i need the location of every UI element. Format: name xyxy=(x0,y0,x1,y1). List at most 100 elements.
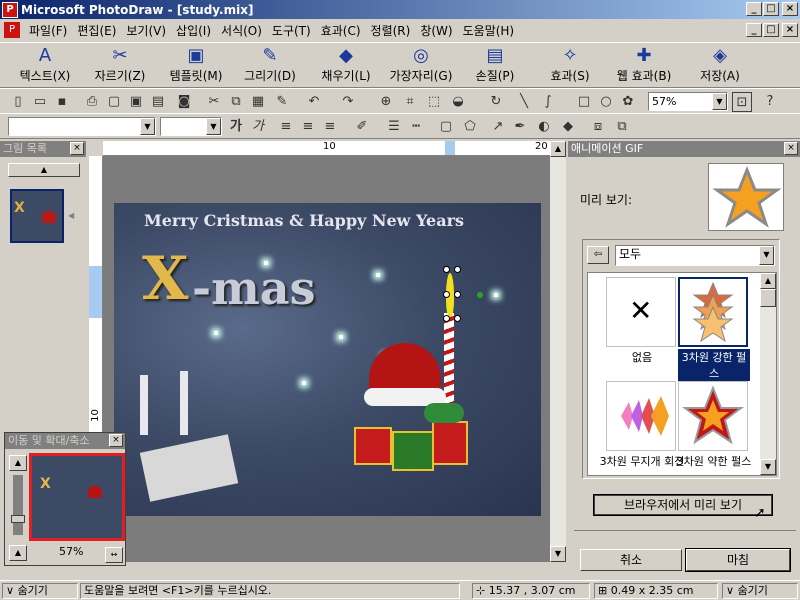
group-icon[interactable]: ⧈ xyxy=(588,117,608,137)
selection-handle[interactable] xyxy=(454,266,461,273)
scan-icon[interactable]: ▣ xyxy=(126,92,146,112)
zoom-in-icon[interactable]: ▲ xyxy=(9,455,27,471)
gallery-item-3d-weak-pulse[interactable] xyxy=(678,381,748,451)
maximize-button[interactable]: □ xyxy=(763,2,779,16)
font-select[interactable]: ▼ xyxy=(8,117,156,136)
edge-button[interactable]: ◎ 가장자리(G) xyxy=(384,45,458,87)
rectangle-icon[interactable]: □ xyxy=(574,92,594,112)
expand-arrow-icon[interactable]: ◀ xyxy=(68,211,74,220)
navigator-preview[interactable]: X xyxy=(29,453,125,541)
undo-icon[interactable]: ↶ xyxy=(304,92,324,112)
zoom-icon[interactable]: ⊡ xyxy=(732,92,752,112)
ungroup-icon[interactable]: ⧉ xyxy=(612,117,632,137)
gallery-item-3d-strong-pulse[interactable] xyxy=(678,277,748,347)
line-color-icon[interactable]: ✐ xyxy=(352,117,372,137)
copy-icon[interactable]: ⧉ xyxy=(226,92,246,112)
close-icon[interactable]: × xyxy=(70,142,84,155)
rotate-handle[interactable] xyxy=(477,292,483,298)
line-icon[interactable]: ╲ xyxy=(514,92,534,112)
select-icon[interactable]: ⬚ xyxy=(424,92,444,112)
ellipse-icon[interactable]: ○ xyxy=(596,92,616,112)
artwork-picture[interactable]: Merry Cristmas & Happy New Years X -mas xyxy=(114,203,541,516)
new-icon[interactable]: ▯ xyxy=(8,92,28,112)
text-button[interactable]: A 텍스트(X) xyxy=(14,45,76,87)
bold-button[interactable]: 가 xyxy=(226,117,246,137)
cancel-button[interactable]: 취소 xyxy=(580,549,682,571)
picture-thumbnail[interactable]: X xyxy=(10,189,64,243)
menu-tools[interactable]: 도구(T) xyxy=(267,22,316,39)
menu-help[interactable]: 도움말(H) xyxy=(458,22,520,39)
italic-button[interactable]: 가 xyxy=(248,117,268,137)
save-button[interactable]: ◈ 저장(A) xyxy=(692,45,748,87)
menu-edit[interactable]: 편집(E) xyxy=(72,22,121,39)
finish-button[interactable]: 마침 xyxy=(685,548,791,572)
align-left-icon[interactable]: ≡ xyxy=(276,117,296,137)
fill-color-icon[interactable]: ◒ xyxy=(448,92,468,112)
menu-insert[interactable]: 삽입(I) xyxy=(171,22,216,39)
dash-style-icon[interactable]: ┅ xyxy=(406,117,426,137)
redo-icon[interactable]: ↷ xyxy=(338,92,358,112)
align-center-icon[interactable]: ≡ xyxy=(298,117,318,137)
fill-button[interactable]: ◆ 채우기(L) xyxy=(315,45,377,87)
doc-restore-button[interactable]: □ xyxy=(763,23,779,37)
gallery-scroll-thumb[interactable] xyxy=(760,289,776,307)
scroll-down-icon[interactable]: ▼ xyxy=(550,546,566,562)
eyedropper-icon[interactable]: ✒ xyxy=(510,117,530,137)
line-style-icon[interactable]: ☰ xyxy=(384,117,404,137)
document-icon[interactable]: P xyxy=(4,22,20,38)
selection-handle[interactable] xyxy=(443,291,450,298)
rotate-icon[interactable]: ↻ xyxy=(486,92,506,112)
menu-arrange[interactable]: 정렬(R) xyxy=(366,22,416,39)
gallery-item-3d-rainbow-spin[interactable] xyxy=(606,381,676,451)
arrow-icon[interactable]: ↗ xyxy=(488,117,508,137)
cut-icon[interactable]: ✂ xyxy=(204,92,224,112)
autoshape-icon[interactable]: ✿ xyxy=(618,92,638,112)
color-icon[interactable]: ◐ xyxy=(534,117,554,137)
zoom-slider-track[interactable] xyxy=(11,475,25,535)
templates-button[interactable]: ▣ 템플릿(M) xyxy=(162,45,230,87)
zoom-select[interactable]: 57% ▼ xyxy=(648,92,728,111)
menu-effects[interactable]: 효과(C) xyxy=(316,22,366,39)
edit-points-icon[interactable]: ⬠ xyxy=(460,117,480,137)
picture-list-scroll-up[interactable]: ▲ xyxy=(8,163,80,177)
menu-format[interactable]: 서식(O) xyxy=(216,22,267,39)
menu-file[interactable]: 파일(F) xyxy=(24,22,72,39)
hide-left-toggle[interactable]: ∨ 숨기기 xyxy=(2,583,78,599)
print-preview-icon[interactable]: ▢ xyxy=(104,92,124,112)
selection-handle[interactable] xyxy=(443,315,450,322)
save-icon[interactable]: ▪ xyxy=(52,92,72,112)
zoom-slider-thumb[interactable] xyxy=(11,515,25,523)
curve-icon[interactable]: ∫ xyxy=(538,92,558,112)
canvas-vertical-scrollbar[interactable]: ▲ ▼ xyxy=(550,141,566,562)
paste-icon[interactable]: ▦ xyxy=(248,92,268,112)
visual-open-icon[interactable]: ▤ xyxy=(148,92,168,112)
gallery-item-none[interactable]: ✕ xyxy=(606,277,676,347)
doc-minimize-button[interactable]: _ xyxy=(746,23,762,37)
selection-handle[interactable] xyxy=(443,266,450,273)
close-button[interactable]: × xyxy=(782,2,798,16)
help-icon[interactable]: ? xyxy=(760,92,780,112)
selection-handle[interactable] xyxy=(454,315,461,322)
hide-right-toggle[interactable]: ∨ 숨기기 xyxy=(722,583,798,599)
scroll-up-icon[interactable]: ▲ xyxy=(550,141,566,157)
print-icon[interactable]: ⎙ xyxy=(82,92,102,112)
touchup-button[interactable]: ▤ 손질(P) xyxy=(468,45,522,87)
draw-button[interactable]: ✎ 그리기(D) xyxy=(240,45,300,87)
app-icon[interactable]: P xyxy=(2,1,18,18)
zoom-out-icon[interactable]: ▲ xyxy=(9,545,27,561)
minimize-button[interactable]: _ xyxy=(746,2,762,16)
fit-width-icon[interactable]: ↔ xyxy=(105,547,123,563)
font-size-select[interactable]: ▼ xyxy=(160,117,222,136)
gallery-back-icon[interactable]: ⇦ xyxy=(587,246,609,264)
category-select[interactable]: 모두 ▼ xyxy=(615,245,775,266)
effects-button[interactable]: ✧ 효과(S) xyxy=(544,45,596,87)
scroll-up-icon[interactable]: ▲ xyxy=(760,273,776,289)
browser-preview-button[interactable]: 브라우저에서 미리 보기 xyxy=(593,494,773,516)
gallery-scrollbar[interactable]: ▲ ▼ xyxy=(760,273,776,475)
camera-icon[interactable]: ◙ xyxy=(174,92,194,112)
close-icon[interactable]: × xyxy=(784,142,798,155)
web-effects-button[interactable]: ✚ 웹 효과(B) xyxy=(610,45,678,87)
format-painter-icon[interactable]: ✎ xyxy=(272,92,292,112)
selection-handle[interactable] xyxy=(454,291,461,298)
menu-window[interactable]: 창(W) xyxy=(415,22,457,39)
